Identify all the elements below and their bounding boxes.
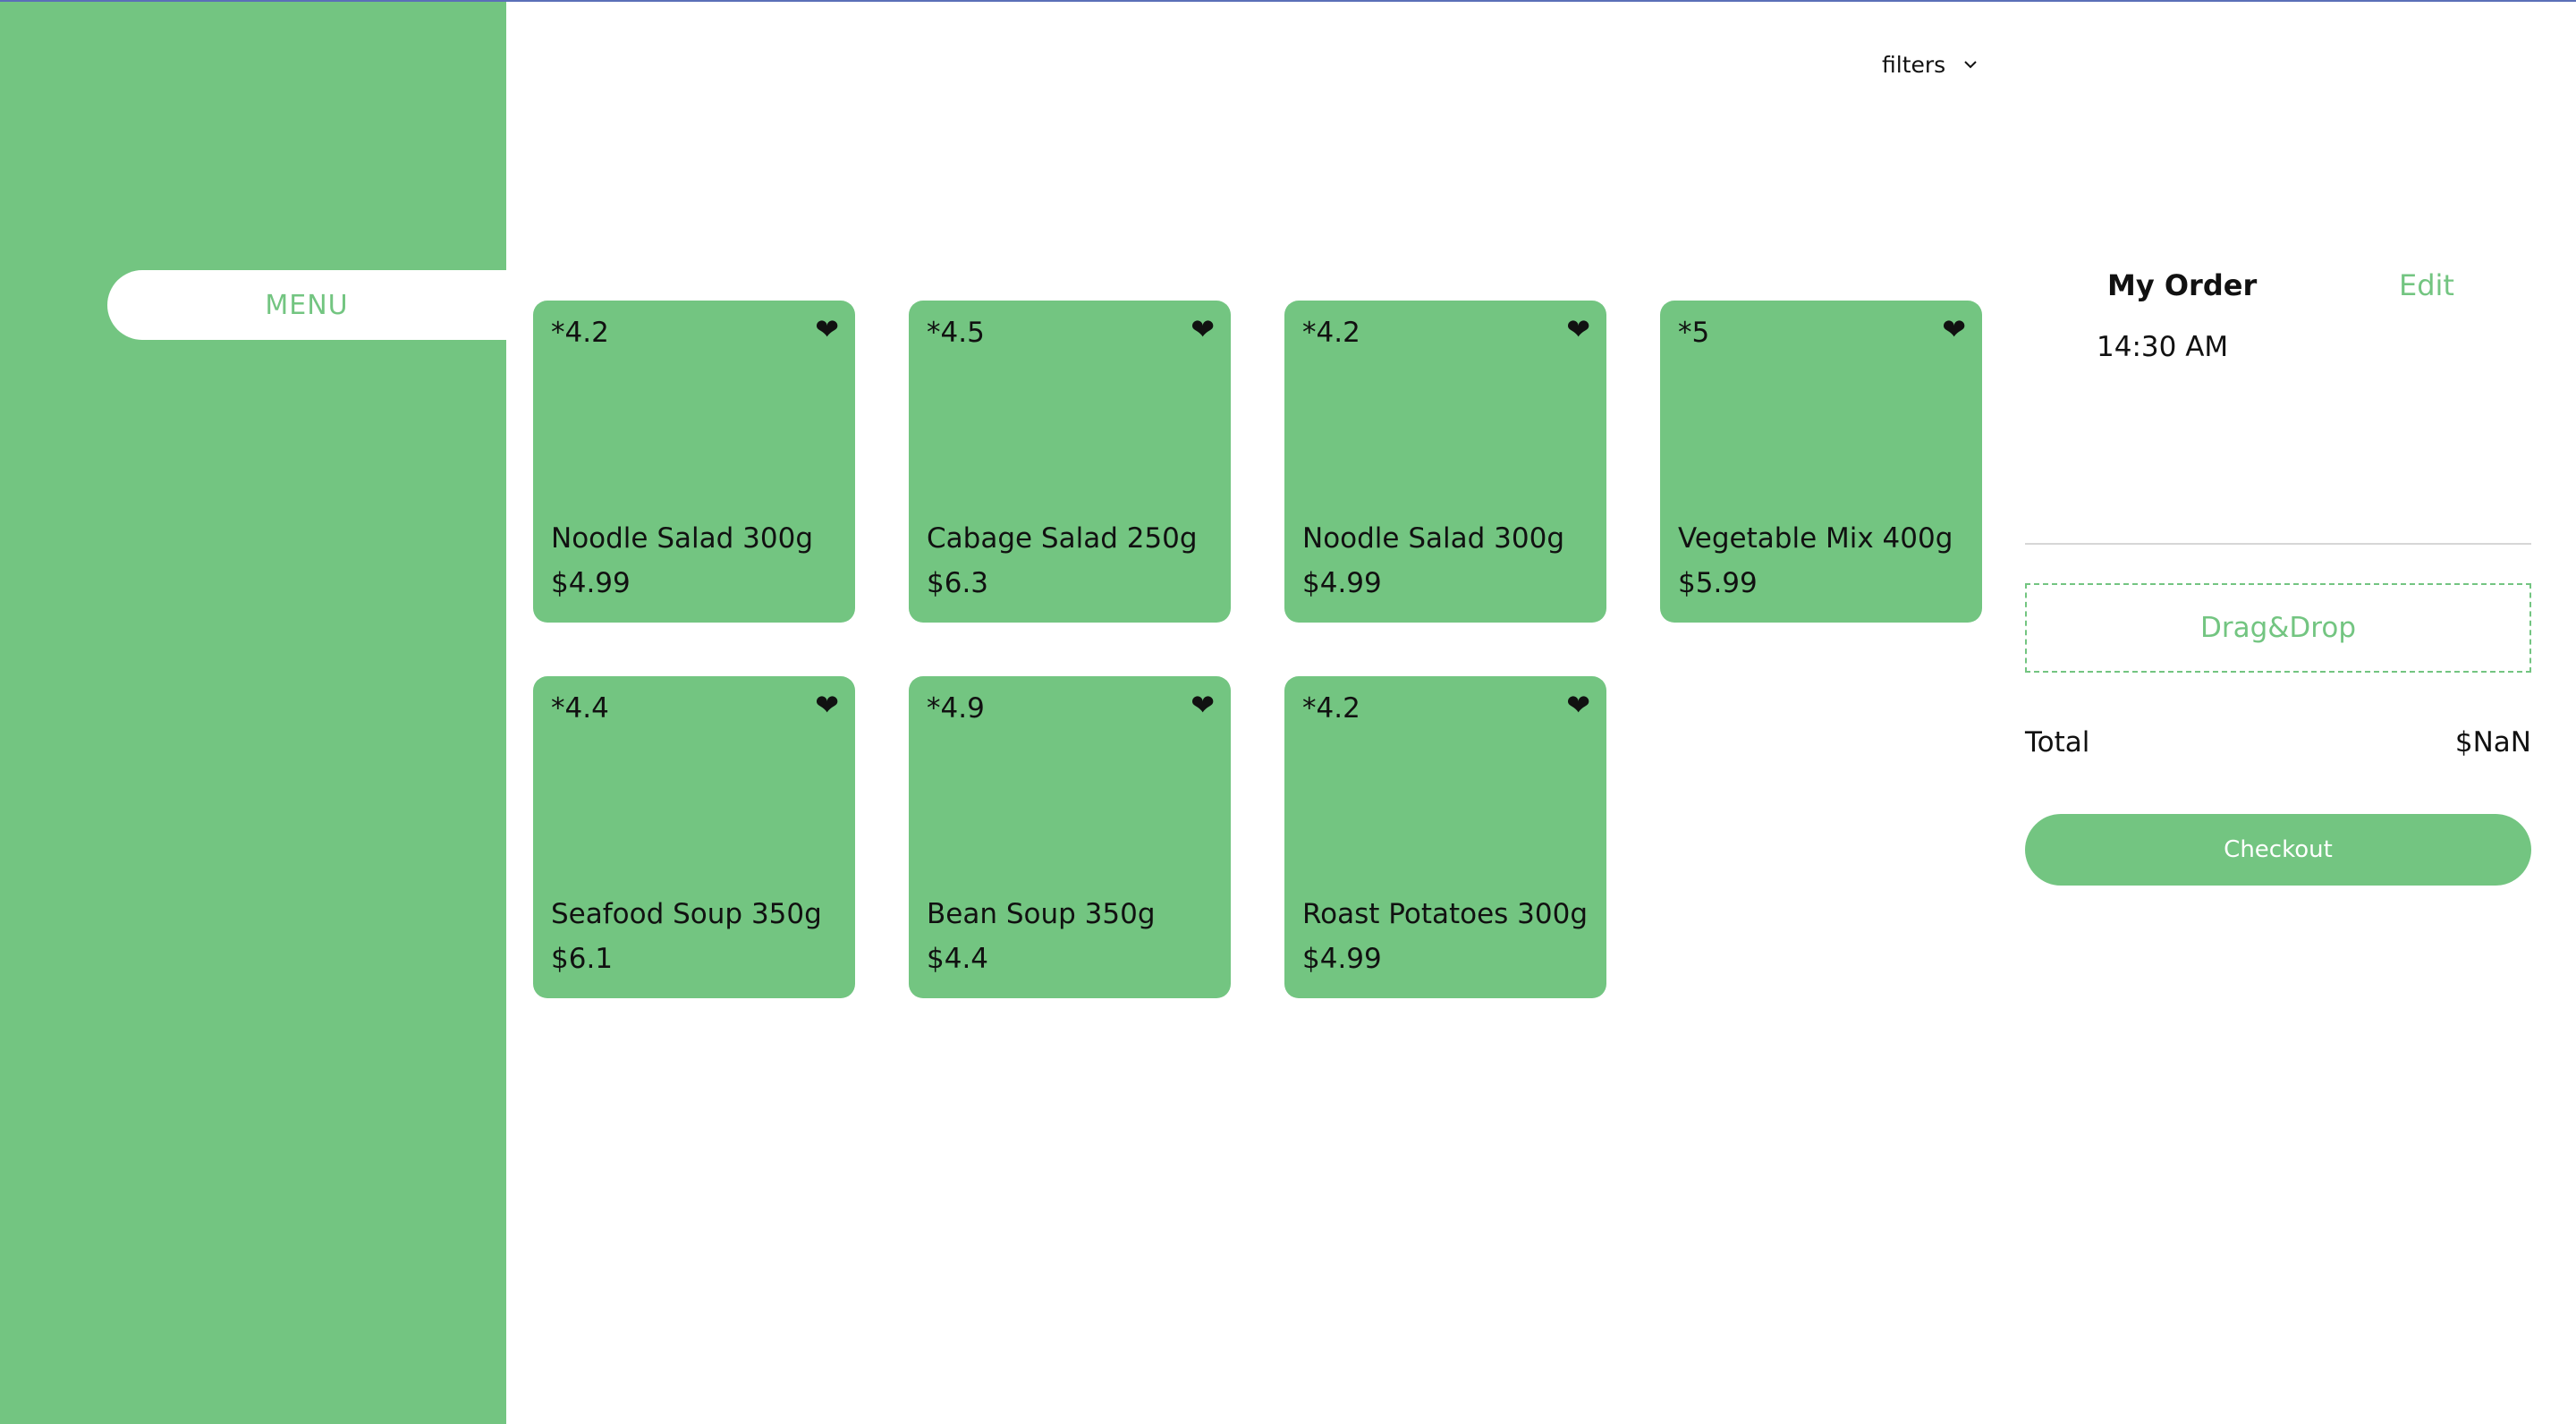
heart-icon[interactable]: ❤ <box>1191 691 1215 719</box>
checkout-button[interactable]: Checkout <box>2025 814 2531 886</box>
edit-order-link[interactable]: Edit <box>2399 268 2454 302</box>
checkout-button-label: Checkout <box>2224 836 2333 863</box>
product-price: $4.99 <box>551 567 631 599</box>
product-name: Vegetable Mix 400g <box>1678 522 1953 555</box>
order-time: 14:30 AM <box>2097 331 2229 363</box>
product-name: Roast Potatoes 300g <box>1302 898 1589 930</box>
product-rating: *4.4 <box>551 692 609 725</box>
product-card[interactable]: *4.5 ❤ Cabage Salad 250g $6.3 <box>909 301 1231 623</box>
heart-icon[interactable]: ❤ <box>1942 315 1966 343</box>
heart-icon[interactable]: ❤ <box>1566 691 1590 719</box>
heart-icon[interactable]: ❤ <box>1566 315 1590 343</box>
product-card[interactable]: *4.2 ❤ Noodle Salad 300g $4.99 <box>1284 301 1606 623</box>
drag-drop-label: Drag&Drop <box>2199 612 2357 644</box>
product-price: $4.4 <box>927 943 989 975</box>
filters-label: filters <box>1882 51 1946 78</box>
total-label: Total <box>2025 726 2090 759</box>
sidebar <box>0 2 506 1424</box>
product-card[interactable]: *4.2 ❤ Roast Potatoes 300g $4.99 <box>1284 676 1606 998</box>
product-card[interactable]: *4.2 ❤ Noodle Salad 300g $4.99 <box>533 301 855 623</box>
product-price: $6.3 <box>927 567 989 599</box>
heart-icon[interactable]: ❤ <box>815 691 839 719</box>
heart-icon[interactable]: ❤ <box>815 315 839 343</box>
chevron-down-icon <box>1964 61 1977 69</box>
product-card[interactable]: *4.9 ❤ Bean Soup 350g $4.4 <box>909 676 1231 998</box>
product-name: Noodle Salad 300g <box>1302 522 1565 555</box>
product-price: $4.99 <box>1302 943 1382 975</box>
product-rating: *4.5 <box>927 317 985 349</box>
order-title: My Order <box>2107 268 2258 302</box>
product-price: $5.99 <box>1678 567 1758 599</box>
sidebar-item-menu[interactable]: MENU <box>107 270 506 340</box>
product-card[interactable]: *4.4 ❤ Seafood Soup 350g $6.1 <box>533 676 855 998</box>
order-divider <box>2025 543 2531 545</box>
heart-icon[interactable]: ❤ <box>1191 315 1215 343</box>
product-name: Cabage Salad 250g <box>927 522 1198 555</box>
sidebar-item-label: MENU <box>265 289 349 321</box>
product-name: Bean Soup 350g <box>927 898 1156 930</box>
filters-dropdown[interactable]: filters <box>1882 47 1979 82</box>
product-price: $4.99 <box>1302 567 1382 599</box>
total-value: $NaN <box>2454 726 2531 759</box>
product-name: Noodle Salad 300g <box>551 522 814 555</box>
product-card[interactable]: *5 ❤ Vegetable Mix 400g $5.99 <box>1660 301 1982 623</box>
product-name: Seafood Soup 350g <box>551 898 822 930</box>
product-rating: *4.2 <box>1302 692 1360 725</box>
product-rating: *4.2 <box>1302 317 1360 349</box>
product-rating: *4.2 <box>551 317 609 349</box>
product-rating: *5 <box>1678 317 1710 349</box>
drag-drop-zone[interactable]: Drag&Drop <box>2025 583 2531 673</box>
product-price: $6.1 <box>551 943 614 975</box>
product-rating: *4.9 <box>927 692 985 725</box>
